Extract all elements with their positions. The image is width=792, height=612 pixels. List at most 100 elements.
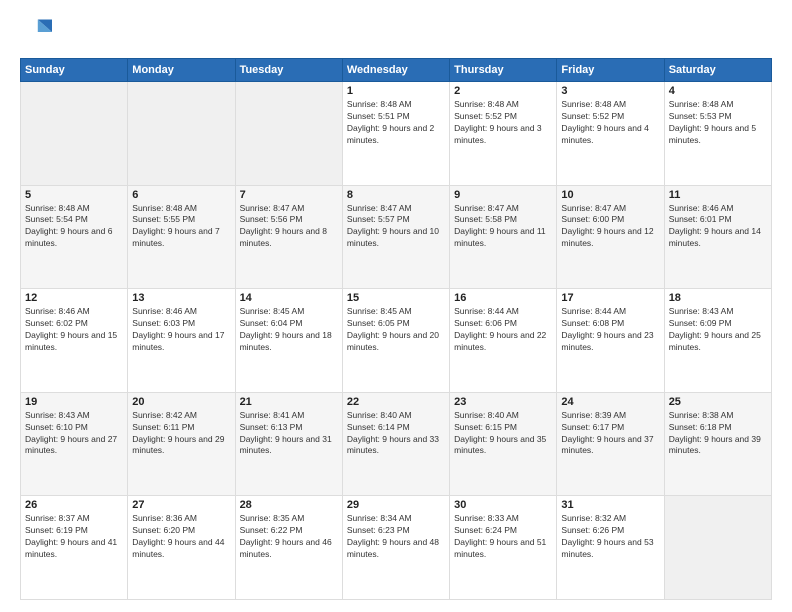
day-number: 23 [454,396,552,408]
cell-info: Sunrise: 8:33 AMSunset: 6:24 PMDaylight:… [454,513,552,561]
logo [20,16,56,48]
cell-info: Sunrise: 8:47 AMSunset: 5:58 PMDaylight:… [454,203,552,251]
calendar-header-row: SundayMondayTuesdayWednesdayThursdayFrid… [21,59,772,82]
day-number: 12 [25,292,123,304]
calendar-header-saturday: Saturday [664,59,771,82]
cell-info: Sunrise: 8:40 AMSunset: 6:15 PMDaylight:… [454,410,552,458]
cell-info: Sunrise: 8:48 AMSunset: 5:52 PMDaylight:… [561,99,659,147]
day-number: 15 [347,292,445,304]
day-number: 27 [132,499,230,511]
day-number: 30 [454,499,552,511]
calendar-cell: 2 Sunrise: 8:48 AMSunset: 5:52 PMDaylight… [450,82,557,186]
calendar-header-monday: Monday [128,59,235,82]
calendar-week-row: 5 Sunrise: 8:48 AMSunset: 5:54 PMDaylight… [21,185,772,289]
calendar-cell [128,82,235,186]
calendar-header-wednesday: Wednesday [342,59,449,82]
calendar-header-sunday: Sunday [21,59,128,82]
day-number: 14 [240,292,338,304]
calendar-cell: 31Sunrise: 8:32 AMSunset: 6:26 PMDayligh… [557,496,664,600]
day-number: 29 [347,499,445,511]
day-number: 17 [561,292,659,304]
day-number: 20 [132,396,230,408]
cell-info: Sunrise: 8:41 AMSunset: 6:13 PMDaylight:… [240,410,338,458]
day-number: 19 [25,396,123,408]
cell-info: Sunrise: 8:47 AMSunset: 6:00 PMDaylight:… [561,203,659,251]
cell-info: Sunrise: 8:48 AMSunset: 5:51 PMDaylight:… [347,99,445,147]
cell-info: Sunrise: 8:46 AMSunset: 6:01 PMDaylight:… [669,203,767,251]
calendar-cell: 26Sunrise: 8:37 AMSunset: 6:19 PMDayligh… [21,496,128,600]
day-number: 25 [669,396,767,408]
calendar-cell: 24 Sunrise: 8:39 AMSunset: 6:17 PMDayligh… [557,392,664,496]
cell-info: Sunrise: 8:39 AMSunset: 6:17 PMDaylight:… [561,410,659,458]
calendar-cell: 11 Sunrise: 8:46 AMSunset: 6:01 PMDayligh… [664,185,771,289]
cell-info: Sunrise: 8:44 AMSunset: 6:08 PMDaylight:… [561,306,659,354]
day-number: 31 [561,499,659,511]
cell-info: Sunrise: 8:47 AMSunset: 5:56 PMDaylight:… [240,203,338,251]
cell-info: Sunrise: 8:34 AMSunset: 6:23 PMDaylight:… [347,513,445,561]
logo-icon [20,16,52,48]
calendar-header-tuesday: Tuesday [235,59,342,82]
cell-info: Sunrise: 8:46 AMSunset: 6:02 PMDaylight:… [25,306,123,354]
header [20,16,772,48]
calendar-cell [21,82,128,186]
day-number: 22 [347,396,445,408]
day-number: 2 [454,85,552,97]
calendar-cell: 13Sunrise: 8:46 AMSunset: 6:03 PMDayligh… [128,289,235,393]
day-number: 10 [561,189,659,201]
calendar-cell [664,496,771,600]
cell-info: Sunrise: 8:48 AMSunset: 5:54 PMDaylight:… [25,203,123,251]
calendar-cell: 9 Sunrise: 8:47 AMSunset: 5:58 PMDaylight… [450,185,557,289]
calendar-week-row: 1 Sunrise: 8:48 AMSunset: 5:51 PMDaylight… [21,82,772,186]
calendar-cell: 7 Sunrise: 8:47 AMSunset: 5:56 PMDaylight… [235,185,342,289]
calendar-cell: 29 Sunrise: 8:34 AMSunset: 6:23 PMDayligh… [342,496,449,600]
cell-info: Sunrise: 8:35 AMSunset: 6:22 PMDaylight:… [240,513,338,561]
calendar-cell: 6Sunrise: 8:48 AMSunset: 5:55 PMDaylight… [128,185,235,289]
cell-info: Sunrise: 8:47 AMSunset: 5:57 PMDaylight:… [347,203,445,251]
cell-info: Sunrise: 8:40 AMSunset: 6:14 PMDaylight:… [347,410,445,458]
day-number: 11 [669,189,767,201]
day-number: 24 [561,396,659,408]
cell-info: Sunrise: 8:36 AMSunset: 6:20 PMDaylight:… [132,513,230,561]
calendar-cell: 30 Sunrise: 8:33 AMSunset: 6:24 PMDayligh… [450,496,557,600]
day-number: 5 [25,189,123,201]
page: SundayMondayTuesdayWednesdayThursdayFrid… [0,0,792,612]
calendar-cell: 19 Sunrise: 8:43 AMSunset: 6:10 PMDayligh… [21,392,128,496]
calendar-cell: 12 Sunrise: 8:46 AMSunset: 6:02 PMDayligh… [21,289,128,393]
day-number: 28 [240,499,338,511]
cell-info: Sunrise: 8:42 AMSunset: 6:11 PMDaylight:… [132,410,230,458]
cell-info: Sunrise: 8:37 AMSunset: 6:19 PMDaylight:… [25,513,123,561]
day-number: 1 [347,85,445,97]
calendar-cell: 3 Sunrise: 8:48 AMSunset: 5:52 PMDaylight… [557,82,664,186]
calendar-header-friday: Friday [557,59,664,82]
calendar-cell: 16Sunrise: 8:44 AMSunset: 6:06 PMDayligh… [450,289,557,393]
calendar-cell: 5 Sunrise: 8:48 AMSunset: 5:54 PMDaylight… [21,185,128,289]
cell-info: Sunrise: 8:43 AMSunset: 6:10 PMDaylight:… [25,410,123,458]
cell-info: Sunrise: 8:43 AMSunset: 6:09 PMDaylight:… [669,306,767,354]
cell-info: Sunrise: 8:45 AMSunset: 6:04 PMDaylight:… [240,306,338,354]
calendar-table: SundayMondayTuesdayWednesdayThursdayFrid… [20,58,772,600]
day-number: 3 [561,85,659,97]
calendar-cell: 17 Sunrise: 8:44 AMSunset: 6:08 PMDayligh… [557,289,664,393]
calendar-week-row: 12 Sunrise: 8:46 AMSunset: 6:02 PMDayligh… [21,289,772,393]
day-number: 7 [240,189,338,201]
calendar-week-row: 26Sunrise: 8:37 AMSunset: 6:19 PMDayligh… [21,496,772,600]
day-number: 9 [454,189,552,201]
calendar-cell: 23 Sunrise: 8:40 AMSunset: 6:15 PMDayligh… [450,392,557,496]
calendar-cell: 15 Sunrise: 8:45 AMSunset: 6:05 PMDayligh… [342,289,449,393]
calendar-week-row: 19 Sunrise: 8:43 AMSunset: 6:10 PMDayligh… [21,392,772,496]
calendar-cell: 8Sunrise: 8:47 AMSunset: 5:57 PMDaylight… [342,185,449,289]
cell-info: Sunrise: 8:45 AMSunset: 6:05 PMDaylight:… [347,306,445,354]
calendar-cell: 20 Sunrise: 8:42 AMSunset: 6:11 PMDayligh… [128,392,235,496]
calendar-cell: 25Sunrise: 8:38 AMSunset: 6:18 PMDayligh… [664,392,771,496]
calendar-cell: 21Sunrise: 8:41 AMSunset: 6:13 PMDayligh… [235,392,342,496]
cell-info: Sunrise: 8:48 AMSunset: 5:52 PMDaylight:… [454,99,552,147]
calendar-cell: 4 Sunrise: 8:48 AMSunset: 5:53 PMDaylight… [664,82,771,186]
calendar-cell: 28 Sunrise: 8:35 AMSunset: 6:22 PMDayligh… [235,496,342,600]
day-number: 18 [669,292,767,304]
calendar-cell: 27 Sunrise: 8:36 AMSunset: 6:20 PMDayligh… [128,496,235,600]
calendar-header-thursday: Thursday [450,59,557,82]
cell-info: Sunrise: 8:44 AMSunset: 6:06 PMDaylight:… [454,306,552,354]
cell-info: Sunrise: 8:48 AMSunset: 5:53 PMDaylight:… [669,99,767,147]
cell-info: Sunrise: 8:48 AMSunset: 5:55 PMDaylight:… [132,203,230,251]
day-number: 4 [669,85,767,97]
